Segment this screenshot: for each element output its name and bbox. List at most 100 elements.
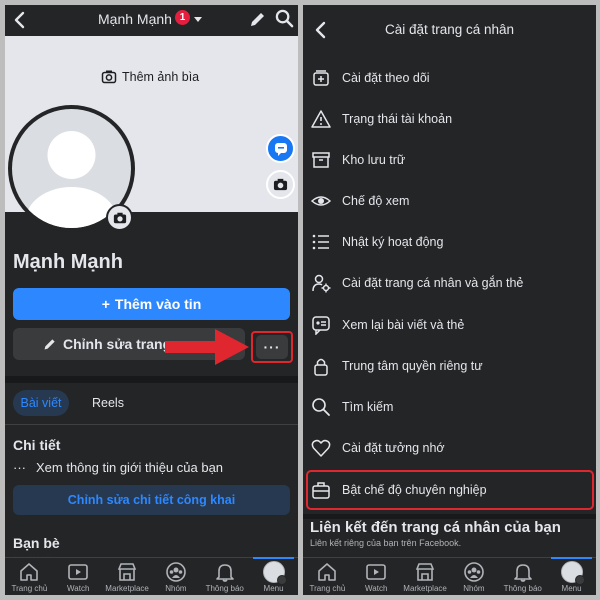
tab-marketplace[interactable]: Marketplace: [103, 558, 152, 595]
tab-label: Watch: [365, 584, 388, 593]
search-icon[interactable]: [275, 9, 294, 28]
menu-label: Kho lưu trữ: [342, 152, 406, 167]
pencil-icon: [44, 339, 55, 350]
see-about-link[interactable]: ··· Xem thông tin giới thiệu của bạn: [13, 460, 223, 475]
tab-label: Menu: [561, 584, 582, 593]
messenger-button[interactable]: [266, 134, 295, 163]
menu-item-follow-settings[interactable]: Cài đặt theo dõi: [303, 57, 596, 98]
notification-badge: 1: [175, 10, 190, 25]
review-icon: [310, 314, 332, 336]
red-arrow-annotation-icon: [165, 329, 249, 365]
details-heading: Chi tiết: [13, 437, 61, 453]
tab-groups[interactable]: Nhóm: [449, 558, 498, 595]
tab-marketplace[interactable]: Marketplace: [401, 558, 450, 595]
warning-icon: [310, 108, 332, 130]
menu-item-memorialization[interactable]: Cài đặt tưởng nhớ: [303, 427, 596, 468]
see-about-label: Xem thông tin giới thiệu của bạn: [36, 460, 224, 475]
heart-icon: [310, 437, 332, 459]
bottom-tab-bar: Trang chủ Watch Marketplace Nhóm Thông b…: [5, 557, 298, 595]
tab-label: Thông báo: [205, 584, 244, 593]
menu-label: Nhật ký hoạt động: [342, 234, 444, 249]
profile-title[interactable]: Mạnh Mạnh: [98, 11, 172, 27]
menu-item-view-as[interactable]: Chế độ xem: [303, 180, 596, 221]
tab-notifications[interactable]: Thông báo: [200, 558, 249, 595]
tab-home[interactable]: Trang chủ: [5, 558, 54, 595]
watch-icon: [68, 564, 89, 580]
profile-link-heading: Liên kết đến trang cá nhân của bạn: [310, 519, 561, 536]
tab-watch[interactable]: Watch: [352, 558, 401, 595]
home-icon: [318, 563, 337, 581]
plus-icon: +: [101, 296, 110, 312]
eye-icon: [310, 190, 332, 212]
list-icon: [310, 231, 332, 253]
bell-icon: [215, 564, 234, 582]
tab-label: Watch: [67, 584, 90, 593]
page-title: Cài đặt trang cá nhân: [384, 22, 515, 37]
bell-icon: [513, 564, 532, 582]
profile-gear-icon: [310, 272, 332, 294]
menu-item-privacy-center[interactable]: Trung tâm quyền riêng tư: [303, 345, 596, 386]
tab-label: Trang chủ: [309, 584, 346, 593]
camera-icon: [273, 178, 288, 191]
top-bar: Cài đặt trang cá nhân: [303, 5, 596, 53]
tab-label: Marketplace: [403, 584, 447, 593]
menu-item-profile-tagging[interactable]: Cài đặt trang cá nhân và gắn thẻ: [303, 262, 596, 303]
camera-icon: [101, 70, 117, 84]
cover-camera-button[interactable]: [266, 170, 295, 199]
edit-public-details-button[interactable]: Chỉnh sửa chi tiết công khai: [13, 485, 290, 515]
profile-screen: Mạnh Mạnh 1 Thêm ảnh bìa Mạnh Mạnh + Thê…: [5, 5, 298, 595]
back-arrow-icon[interactable]: [11, 10, 29, 30]
add-story-label: Thêm vào tin: [114, 296, 202, 312]
menu-item-search[interactable]: Tìm kiếm: [303, 386, 596, 427]
tab-home[interactable]: Trang chủ: [303, 558, 352, 595]
tab-label: Marketplace: [105, 584, 149, 593]
menu-label: Trung tâm quyền riêng tư: [342, 358, 483, 373]
menu-dot-icon: [574, 575, 585, 585]
groups-icon: [464, 562, 484, 582]
tab-watch[interactable]: Watch: [54, 558, 103, 595]
menu-label: Chế độ xem: [342, 193, 410, 208]
more-options-button[interactable]: ···: [256, 335, 288, 359]
chevron-down-icon[interactable]: [194, 17, 202, 22]
tab-menu[interactable]: Menu: [249, 557, 298, 595]
marketplace-icon: [415, 563, 435, 581]
menu-label: Tìm kiếm: [342, 399, 394, 414]
pencil-icon[interactable]: [249, 10, 267, 28]
menu-item-archive[interactable]: Kho lưu trữ: [303, 139, 596, 180]
tab-notifications[interactable]: Thông báo: [498, 558, 547, 595]
divider: [5, 424, 298, 425]
avatar-camera-button[interactable]: [106, 204, 133, 231]
profile-link-subtitle: Liên kết riêng của bạn trên Facebook.: [310, 538, 462, 548]
tab-label: Nhóm: [165, 584, 187, 593]
highlight-box: [306, 470, 594, 510]
menu-item-account-status[interactable]: Trạng thái tài khoản: [303, 98, 596, 139]
marketplace-icon: [117, 563, 137, 581]
chat-icon: [274, 142, 287, 156]
tab-posts[interactable]: Bài viết: [13, 390, 69, 416]
section-divider: [5, 376, 298, 383]
home-icon: [20, 563, 39, 581]
more-options-highlight[interactable]: ···: [251, 331, 293, 363]
active-tab-indicator: [551, 557, 592, 559]
tab-groups[interactable]: Nhóm: [151, 558, 200, 595]
menu-dot-icon: [276, 575, 287, 585]
add-cover-button[interactable]: Thêm ảnh bìa: [101, 68, 199, 86]
tab-menu[interactable]: Menu: [547, 557, 596, 595]
avatar-icon: [262, 561, 287, 585]
ellipsis-icon: ···: [13, 460, 26, 475]
watch-icon: [366, 564, 387, 580]
menu-item-review-posts[interactable]: Xem lại bài viết và thẻ: [303, 304, 596, 345]
groups-icon: [166, 562, 186, 582]
add-story-button[interactable]: + Thêm vào tin: [13, 288, 290, 320]
tab-reels[interactable]: Reels: [92, 396, 124, 410]
top-bar: Mạnh Mạnh 1: [5, 5, 298, 35]
tab-label: Menu: [263, 584, 284, 593]
tab-label: Nhóm: [463, 584, 485, 593]
follow-settings-icon: [310, 67, 332, 89]
search-icon: [310, 396, 332, 418]
add-cover-label: Thêm ảnh bìa: [122, 70, 200, 84]
menu-item-activity-log[interactable]: Nhật ký hoạt động: [303, 221, 596, 262]
bottom-tab-bar: Trang chủ Watch Marketplace Nhóm Thông b…: [303, 557, 596, 595]
edit-profile-label: Chỉnh sửa trang: [63, 336, 172, 352]
lock-icon: [310, 355, 332, 377]
